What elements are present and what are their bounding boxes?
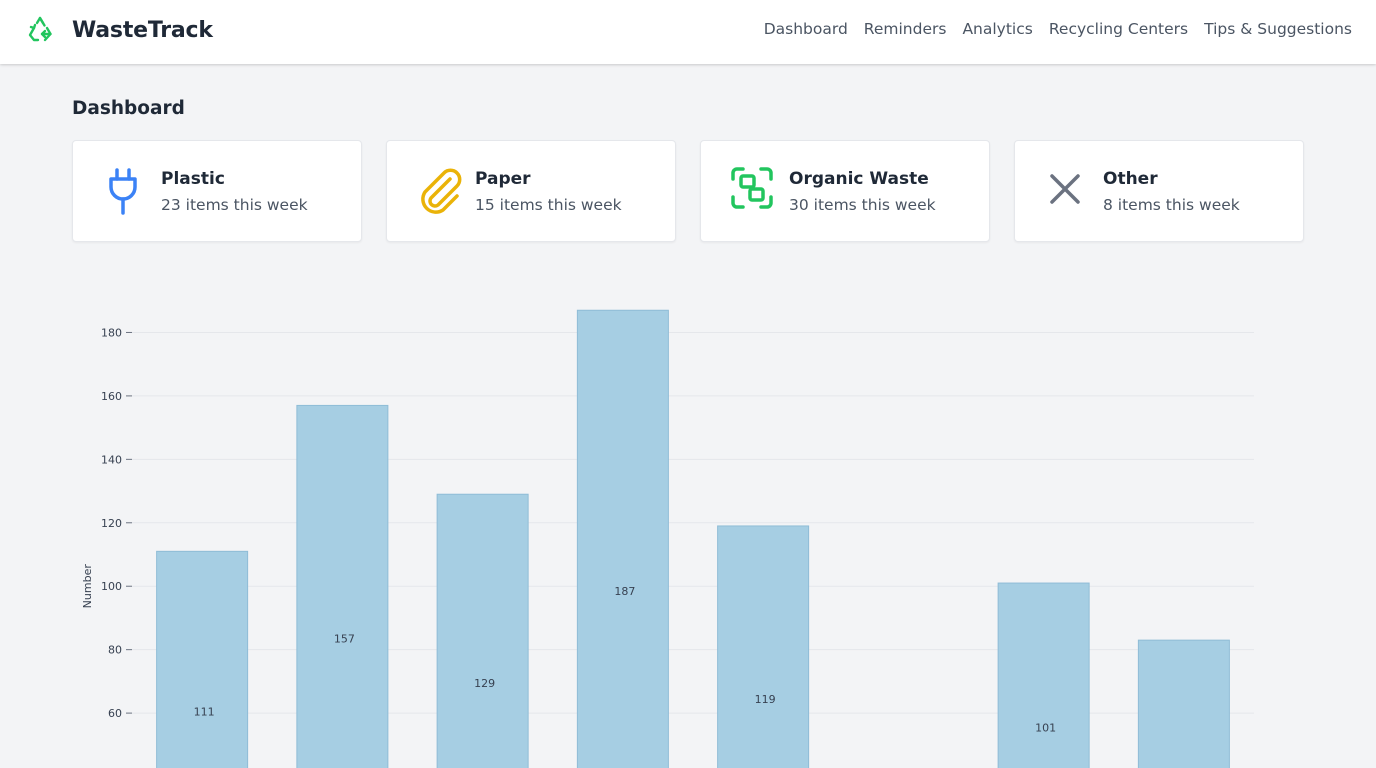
nav-recycling-centers[interactable]: Recycling Centers [1049,20,1188,38]
card-paper[interactable]: Paper 15 items this week [386,140,676,242]
nav-analytics[interactable]: Analytics [962,20,1032,38]
card-subtitle: 30 items this week [789,196,936,214]
nav-dashboard[interactable]: Dashboard [764,20,848,38]
card-title: Plastic [161,169,225,189]
bar [997,582,1090,768]
card-title: Organic Waste [789,169,929,189]
y-tick-label: 180 [101,326,122,339]
bar [1137,639,1230,768]
card-organic-waste[interactable]: Organic Waste 30 items this week [700,140,990,242]
y-tick-label: 160 [101,390,122,403]
card-subtitle: 23 items this week [161,196,308,214]
close-icon [1045,167,1095,217]
card-subtitle: 8 items this week [1103,196,1240,214]
bar-value-label: 119 [755,693,776,706]
bar [296,404,389,768]
top-navbar: WasteTrack Dashboard Reminders Analytics… [0,0,1376,64]
bar-value-label: 111 [194,706,215,719]
bar [156,550,249,768]
bar-value-label: 129 [474,677,495,690]
bar-chart-svg: 60 80 100 120 140 160 180 Number 111 157 129 187 119… [81,309,1254,768]
page-title: Dashboard [72,98,185,119]
scan-icon [731,167,781,217]
card-plastic[interactable]: Plastic 23 items this week [72,140,362,242]
y-tick-label: 80 [108,644,122,657]
plug-icon [103,167,153,217]
card-subtitle: 15 items this week [475,196,622,214]
paperclip-icon [417,167,467,217]
card-title: Paper [475,169,531,189]
bar [717,525,810,768]
nav-reminders[interactable]: Reminders [864,20,947,38]
waste-summary-cards: Plastic 23 items this week Paper 15 item… [72,140,1304,242]
bar [576,309,669,768]
card-title: Other [1103,169,1158,189]
y-tick-label: 60 [108,707,122,720]
recycle-icon [24,14,56,46]
card-other[interactable]: Other 8 items this week [1014,140,1304,242]
brand[interactable]: WasteTrack [24,14,213,46]
y-axis-label: Number [81,564,94,609]
main-nav: Dashboard Reminders Analytics Recycling … [764,20,1352,38]
nav-tips-suggestions[interactable]: Tips & Suggestions [1204,20,1352,38]
y-tick-label: 120 [101,517,122,530]
y-tick-label: 100 [101,580,122,593]
y-tick-label: 140 [101,453,122,466]
bar-value-label: 187 [614,585,635,598]
bar [436,493,529,768]
waste-bar-chart: 60 80 100 120 140 160 180 Number 111 157 129 187 119… [72,270,1304,768]
bar-value-label: 101 [1035,721,1056,734]
bar-value-label: 157 [334,633,355,646]
app-name: WasteTrack [72,17,213,43]
